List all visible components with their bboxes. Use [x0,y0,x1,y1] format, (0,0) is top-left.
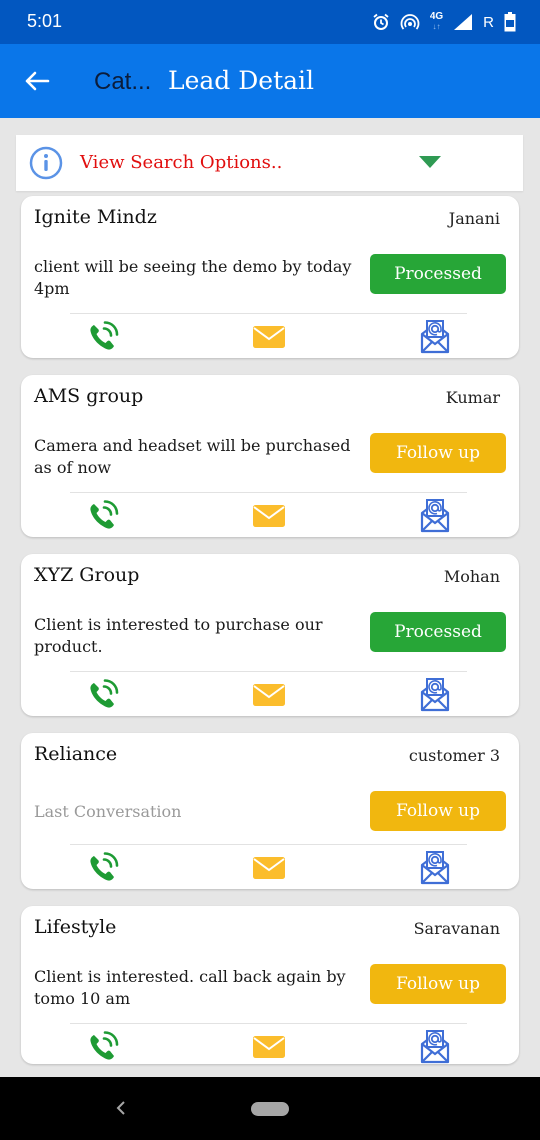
lead-card[interactable]: AMS group Kumar Camera and headset will … [21,375,519,537]
status-button[interactable]: Follow up [370,964,506,1004]
open-email-at-icon[interactable] [417,319,453,355]
lead-card[interactable]: Reliance customer 3 Last Conversation Fo… [21,733,519,889]
divider [70,1023,467,1024]
lead-contact: customer 3 [408,746,500,765]
lead-contact: Kumar [445,388,500,407]
lead-company: AMS group [34,385,144,407]
4g-icon: 4G ↓↑ [429,11,444,32]
lead-actions [21,850,519,886]
nav-home-pill[interactable] [251,1102,289,1116]
status-button[interactable]: Follow up [370,433,506,473]
app-bar: Cat... Lead Detail [0,44,540,118]
lead-actions [21,498,519,534]
lead-actions [21,1029,519,1064]
search-options-label: View Search Options.. [80,152,283,173]
lead-actions [21,677,519,713]
category-title: Cat... [94,68,152,95]
nav-back-icon[interactable] [113,1097,129,1119]
hotspot-icon [400,13,420,31]
arrow-left-icon [25,71,50,91]
page-title: Lead Detail [168,66,315,95]
network-label: 4G [429,11,444,22]
system-nav-bar [0,1077,540,1140]
status-button[interactable]: Follow up [370,791,506,831]
info-icon [29,146,63,180]
envelope-icon[interactable] [251,850,287,886]
lead-note: client will be seeing the demo by today … [34,257,352,298]
lead-contact: Mohan [443,567,500,586]
divider [70,492,467,493]
envelope-icon[interactable] [251,1029,287,1064]
lead-contact: Saravanan [413,919,500,938]
phone-call-icon[interactable] [85,677,121,713]
lead-company: XYZ Group [34,564,140,586]
open-email-at-icon[interactable] [417,677,453,713]
status-time: 5:01 [27,11,63,31]
status-button[interactable]: Processed [370,254,506,294]
phone-call-icon[interactable] [85,1029,121,1064]
open-email-at-icon[interactable] [417,850,453,886]
search-options-toggle[interactable]: View Search Options.. [16,135,523,191]
status-button[interactable]: Processed [370,612,506,652]
alarm-icon [372,13,390,31]
envelope-icon[interactable] [251,677,287,713]
lead-card[interactable]: XYZ Group Mohan Client is interested to … [21,554,519,716]
envelope-icon[interactable] [251,498,287,534]
roaming-icon: R [483,13,494,31]
lead-company: Lifestyle [34,916,117,938]
dropdown-triangle-icon[interactable] [419,156,441,168]
status-icons: 4G ↓↑ R [372,10,516,34]
back-button[interactable] [20,64,54,98]
lead-note: Last Conversation [34,802,182,821]
envelope-icon[interactable] [251,319,287,355]
lead-note: Camera and headset will be purchased as … [34,436,351,477]
lead-company: Reliance [34,743,118,765]
divider [70,844,467,845]
open-email-at-icon[interactable] [417,498,453,534]
signal-icon [453,13,473,31]
phone-call-icon[interactable] [85,319,121,355]
phone-call-icon[interactable] [85,850,121,886]
lead-actions [21,319,519,355]
lead-note: Client is interested. call back again by… [34,967,346,1008]
lead-company: Ignite Mindz [34,206,157,228]
battery-icon [504,12,516,32]
divider [70,671,467,672]
status-bar: 5:01 4G ↓↑ R [0,0,540,44]
lead-card[interactable]: Ignite Mindz Janani client will be seein… [21,196,519,358]
open-email-at-icon[interactable] [417,1029,453,1064]
divider [70,313,467,314]
lead-card[interactable]: Lifestyle Saravanan Client is interested… [21,906,519,1064]
lead-note: Client is interested to purchase our pro… [34,615,323,656]
phone-call-icon[interactable] [85,498,121,534]
lead-contact: Janani [448,209,500,228]
